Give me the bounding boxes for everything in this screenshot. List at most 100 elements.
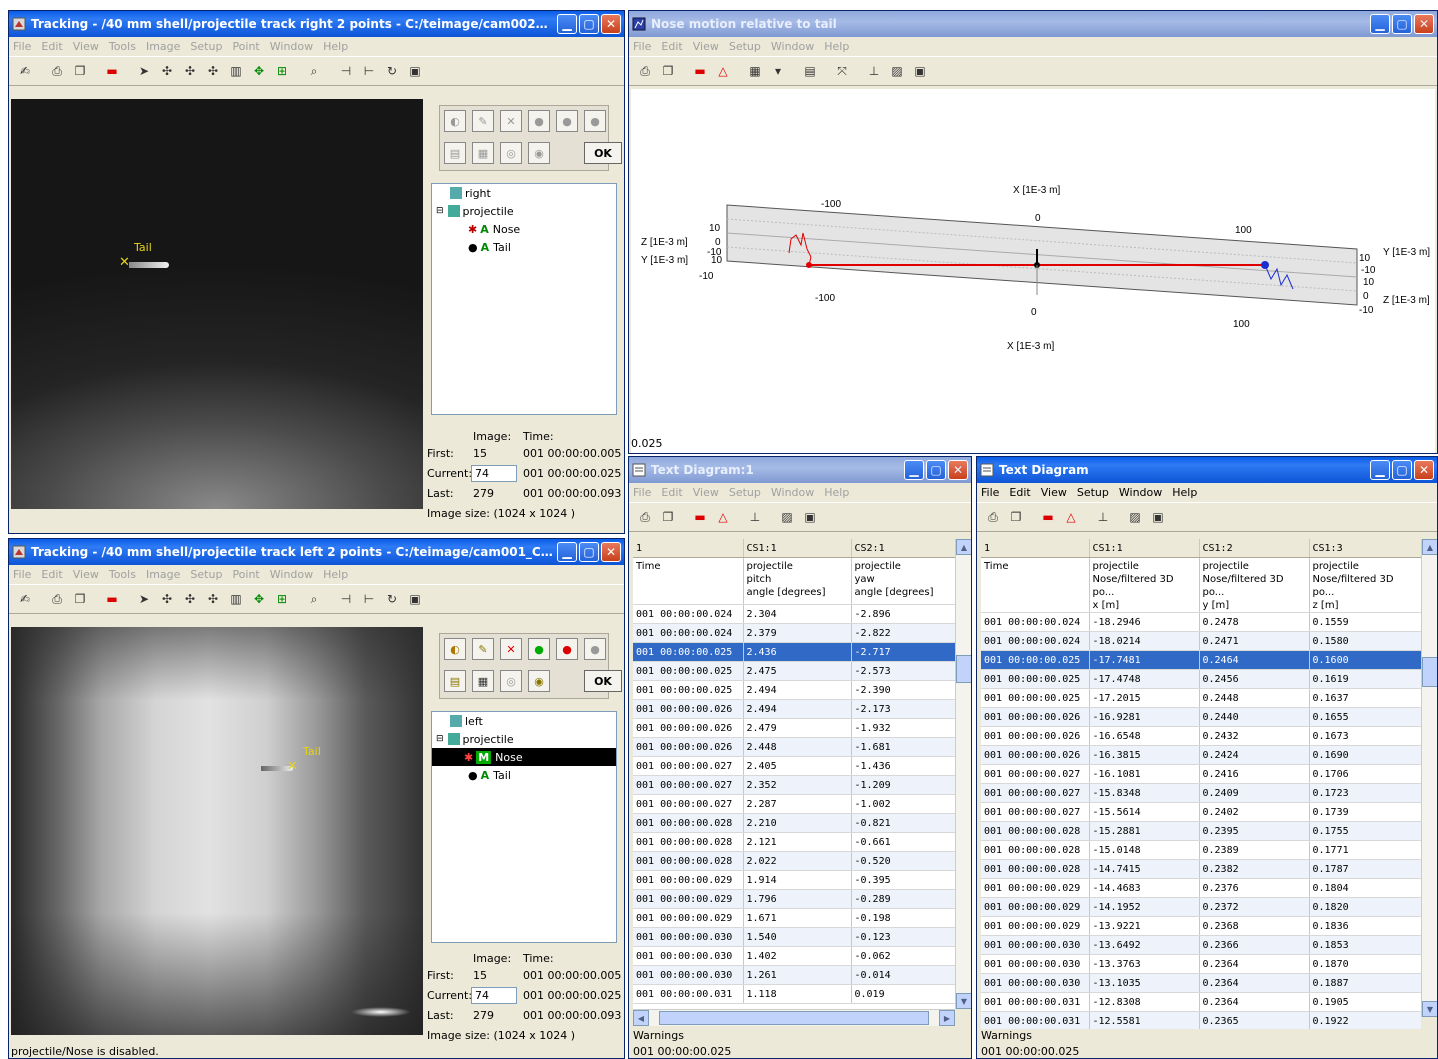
menu-edit[interactable]: Edit xyxy=(661,486,682,499)
menu-view[interactable]: View xyxy=(693,40,719,53)
menu-view[interactable]: View xyxy=(1041,486,1067,499)
vertical-scrollbar[interactable]: ▲ ▼ xyxy=(955,539,971,1009)
menu-setup[interactable]: Setup xyxy=(729,40,761,53)
menu-setup[interactable]: Setup xyxy=(1077,486,1109,499)
track-forward-icon[interactable]: ✣ xyxy=(180,61,200,81)
template-icon[interactable]: ▤ xyxy=(444,142,466,164)
table-row[interactable]: 001 00:00:00.030 -13.3763 0.2364 0.1870 xyxy=(981,954,1421,974)
pointer-icon[interactable]: ➤ xyxy=(134,589,154,609)
menu-image[interactable]: Image xyxy=(146,568,180,581)
track-tool-icon[interactable]: ✣ xyxy=(157,589,177,609)
grid-icon[interactable]: ▦ xyxy=(745,61,765,81)
pointer-icon[interactable]: ➤ xyxy=(134,61,154,81)
menu-point[interactable]: Point xyxy=(232,568,259,581)
close-button[interactable]: ✕ xyxy=(1414,460,1434,480)
export-icon[interactable]: ▣ xyxy=(405,61,425,81)
table-row[interactable]: 001 00:00:00.025 2.436 -2.717 xyxy=(633,642,955,662)
table-row[interactable]: 001 00:00:00.028 2.121 -0.661 xyxy=(633,832,955,852)
tree-item-nose[interactable]: ✱ A Nose xyxy=(432,220,616,238)
scroll-thumb[interactable] xyxy=(956,655,971,683)
menu-window[interactable]: Window xyxy=(771,486,814,499)
menu-edit[interactable]: Edit xyxy=(41,40,62,53)
table-row[interactable]: 001 00:00:00.027 2.405 -1.436 xyxy=(633,756,955,776)
menu-file[interactable]: File xyxy=(13,40,31,53)
table-row[interactable]: 001 00:00:00.028 -14.7415 0.2382 0.1787 xyxy=(981,859,1421,879)
table-row[interactable]: 001 00:00:00.029 1.796 -0.289 xyxy=(633,889,955,909)
auto-track-icon[interactable]: ◐ xyxy=(444,638,466,660)
export-icon[interactable]: ▣ xyxy=(405,589,425,609)
menu-view[interactable]: View xyxy=(73,568,99,581)
menu-edit[interactable]: Edit xyxy=(1009,486,1030,499)
refine-icon[interactable]: ◎ xyxy=(500,670,522,692)
rotate-icon[interactable]: ↻ xyxy=(382,61,402,81)
histogram-icon[interactable]: ▥ xyxy=(226,589,246,609)
menu-window[interactable]: Window xyxy=(270,568,313,581)
scroll-up-icon[interactable]: ▲ xyxy=(956,539,971,555)
print-icon[interactable]: ⎙ xyxy=(635,507,655,527)
menu-window[interactable]: Window xyxy=(771,40,814,53)
table-row[interactable]: 001 00:00:00.024 2.304 -2.896 xyxy=(633,604,955,624)
menu-tools[interactable]: Tools xyxy=(109,40,136,53)
tree-item-nose[interactable]: ✱ M Nose xyxy=(432,748,616,766)
table-row[interactable]: 001 00:00:00.030 1.261 -0.014 xyxy=(633,965,955,985)
vertical-scrollbar[interactable]: ▲ ▼ xyxy=(1421,539,1437,1017)
eraser-icon[interactable]: ▬ xyxy=(102,61,122,81)
delete-point-icon[interactable]: ✕ xyxy=(500,110,522,132)
table-row[interactable]: 001 00:00:00.026 2.448 -1.681 xyxy=(633,737,955,757)
table-row[interactable]: 001 00:00:00.026 -16.9281 0.2440 0.1655 xyxy=(981,707,1421,727)
minimize-button[interactable]: ▁ xyxy=(904,460,924,480)
search-area-icon[interactable]: ▦ xyxy=(472,670,494,692)
menu-view[interactable]: View xyxy=(693,486,719,499)
eraser-icon[interactable]: ▬ xyxy=(690,61,710,81)
print-icon[interactable]: ⎙ xyxy=(983,507,1003,527)
column-header[interactable]: 1 xyxy=(981,539,1090,558)
chart-icon[interactable]: ▨ xyxy=(777,507,797,527)
camera-image-left[interactable]: ✕ Tail xyxy=(11,627,423,1035)
step-forward-icon[interactable]: ⊢ xyxy=(359,589,379,609)
refine-icon[interactable]: ◎ xyxy=(500,142,522,164)
menu-file[interactable]: File xyxy=(13,568,31,581)
tree-item-tail[interactable]: ● A Tail xyxy=(432,238,616,256)
maximize-button[interactable]: ▢ xyxy=(1392,14,1412,34)
table-row[interactable]: 001 00:00:00.029 -14.4683 0.2376 0.1804 xyxy=(981,878,1421,898)
current-image-input[interactable] xyxy=(471,465,517,482)
maximize-button[interactable]: ▢ xyxy=(579,542,599,562)
disabled-icon[interactable]: ● xyxy=(584,638,606,660)
table-row[interactable]: 001 00:00:00.027 -15.5614 0.2402 0.1739 xyxy=(981,802,1421,822)
menu-file[interactable]: File xyxy=(633,486,651,499)
table-row[interactable]: 001 00:00:00.029 -14.1952 0.2372 0.1820 xyxy=(981,897,1421,917)
properties-icon[interactable]: ▤ xyxy=(800,61,820,81)
horizontal-scrollbar[interactable]: ◀ ▶ xyxy=(633,1009,955,1026)
step-back-icon[interactable]: ⊣ xyxy=(336,589,356,609)
menu-setup[interactable]: Setup xyxy=(190,40,222,53)
table-row[interactable]: 001 00:00:00.031 1.118 0.019 xyxy=(633,984,955,1004)
column-header[interactable]: CS1:1 xyxy=(1089,539,1200,558)
menu-view[interactable]: View xyxy=(73,40,99,53)
scroll-thumb[interactable] xyxy=(1422,657,1437,687)
table-row[interactable]: 001 00:00:00.027 2.287 -1.002 xyxy=(633,794,955,814)
menu-help[interactable]: Help xyxy=(323,40,348,53)
menu-edit[interactable]: Edit xyxy=(41,568,62,581)
warning-icon[interactable]: △ xyxy=(713,507,733,527)
collapse-icon[interactable]: ⊟ xyxy=(436,206,444,216)
ok-button[interactable]: OK xyxy=(584,142,622,164)
track-back-icon[interactable]: ✣ xyxy=(203,589,223,609)
table-row[interactable]: 001 00:00:00.028 2.210 -0.821 xyxy=(633,813,955,833)
zoom-icon[interactable]: ⌕ xyxy=(304,61,324,81)
table-row[interactable]: 001 00:00:00.026 -16.6548 0.2432 0.1673 xyxy=(981,726,1421,746)
copy-icon[interactable]: ❐ xyxy=(658,61,678,81)
table-row[interactable]: 001 00:00:00.025 -17.7481 0.2464 0.1600 xyxy=(981,650,1421,670)
maximize-button[interactable]: ▢ xyxy=(579,14,599,34)
copy-icon[interactable]: ❐ xyxy=(1006,507,1026,527)
delete-point-icon[interactable]: ✕ xyxy=(500,638,522,660)
tree-item-camera[interactable]: right xyxy=(432,184,616,202)
print-icon[interactable]: ⎙ xyxy=(47,61,67,81)
close-button[interactable]: ✕ xyxy=(948,460,968,480)
filter-icon[interactable]: ◉ xyxy=(528,142,550,164)
menu-point[interactable]: Point xyxy=(232,40,259,53)
track-tool-icon[interactable]: ✣ xyxy=(157,61,177,81)
table-row[interactable]: 001 00:00:00.030 1.540 -0.123 xyxy=(633,927,955,947)
chart-icon[interactable]: ▨ xyxy=(1125,507,1145,527)
scroll-down-icon[interactable]: ▼ xyxy=(956,993,971,1009)
move-icon[interactable]: ✥ xyxy=(249,589,269,609)
